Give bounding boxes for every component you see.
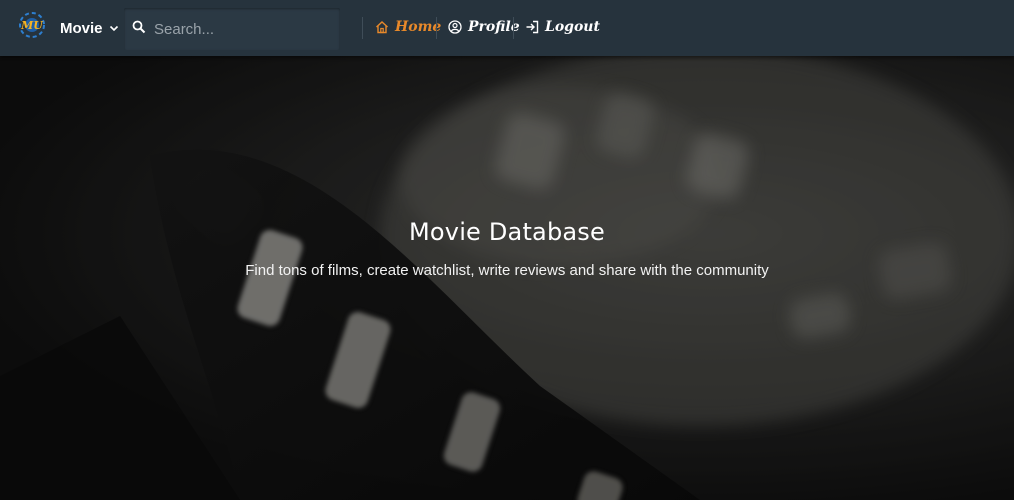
logout-icon <box>526 20 539 34</box>
svg-text:MU: MU <box>20 19 44 32</box>
home-icon <box>376 21 388 34</box>
nav-divider <box>436 17 437 39</box>
top-navbar: MU Movie Home Profile <box>0 0 1014 56</box>
nav-link-logout[interactable]: Logout <box>525 16 600 38</box>
nav-link-home[interactable]: Home <box>375 16 441 38</box>
movie-menu-dropdown[interactable]: Movie <box>60 16 119 40</box>
search-bar <box>124 8 340 50</box>
movie-menu-label: Movie <box>60 19 103 37</box>
chevron-down-icon <box>109 25 118 32</box>
hero-banner: Movie Database Find tons of films, creat… <box>0 56 1014 500</box>
nav-link-logout-label: Logout <box>545 19 600 35</box>
nav-link-home-label: Home <box>395 19 442 35</box>
site-logo[interactable]: MU <box>18 11 46 39</box>
search-input[interactable] <box>152 16 332 42</box>
hero-title: Movie Database <box>409 218 605 246</box>
user-circle-icon <box>448 20 462 34</box>
nav-divider <box>362 17 363 39</box>
nav-link-profile[interactable]: Profile <box>448 16 520 38</box>
hero-subtitle: Find tons of films, create watchlist, wr… <box>245 262 769 279</box>
nav-link-profile-label: Profile <box>468 19 520 35</box>
search-icon <box>132 20 146 34</box>
nav-divider <box>513 17 514 39</box>
